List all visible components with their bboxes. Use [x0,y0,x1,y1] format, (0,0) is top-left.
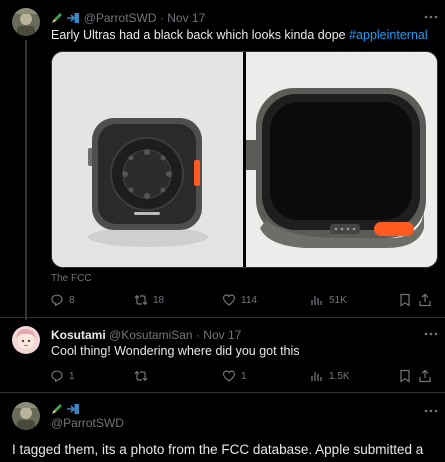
avatar[interactable] [12,402,40,430]
timestamp[interactable]: Nov 17 [167,11,205,25]
arrow-into-box-icon [66,12,80,27]
share-button[interactable] [418,292,432,308]
display-name[interactable]: Kosutami [51,328,106,342]
like-button[interactable]: 1 [222,368,247,384]
share-icon [418,369,432,383]
bookmark-button[interactable] [398,368,412,384]
more-options-icon[interactable] [424,327,438,346]
action-bar: 1 1 1.5K [50,368,431,384]
divider [0,317,445,318]
reply-button[interactable]: 1 [50,368,75,384]
view-count: 1.5K [329,370,350,382]
analytics-icon [310,293,324,307]
retweet-icon [134,293,148,307]
author-handle[interactable]: @KosutamiSan [109,328,193,342]
heart-icon [222,293,236,307]
action-bar: 8 18 114 51K [50,292,431,308]
author-handle[interactable]: @ParrotSWD [51,416,124,430]
reply-button[interactable]: 8 [50,292,75,308]
views-button[interactable]: 1.5K [310,368,350,384]
pencil-emoji-icon [51,12,63,27]
reply-count: 8 [69,294,75,306]
tweet-text: I tagged them, its a photo from the FCC … [12,442,424,457]
share-button[interactable] [418,368,432,384]
bookmark-icon [398,293,412,307]
bookmark-icon [398,369,412,383]
reply-count: 1 [69,370,75,382]
separator-dot: · [195,328,200,342]
analytics-icon [310,369,324,383]
like-button[interactable]: 114 [222,292,257,308]
avatar[interactable] [12,8,40,36]
tweet-header: Kosutami @KosutamiSan · Nov 17 [51,328,241,342]
timestamp[interactable]: Nov 17 [203,328,241,342]
views-button[interactable]: 51K [310,292,347,308]
media-caption: The FCC [51,273,92,284]
divider [0,392,445,393]
tweet-text: Early Ultras had a black back which look… [51,28,428,43]
thread-line [25,40,27,320]
photo-watch-back[interactable] [52,52,243,267]
media-grid[interactable] [51,51,438,268]
more-options-icon[interactable] [424,10,438,29]
view-count: 51K [329,294,347,306]
tweet-header: @ParrotSWD · Nov 17 [51,11,205,27]
retweet-icon [134,369,148,383]
like-count: 114 [241,294,257,306]
tweet-text-content: Early Ultras had a black back which look… [51,28,346,42]
separator-dot: · [159,11,164,25]
reply-icon [50,369,64,383]
hashtag-link[interactable]: #appleinternal [349,28,428,42]
bookmark-button[interactable] [398,292,412,308]
reply-icon [50,293,64,307]
author-handle[interactable]: @ParrotSWD [84,11,157,25]
more-options-icon[interactable] [424,404,438,423]
share-icon [418,293,432,307]
avatar[interactable] [12,326,40,354]
tweet-text: Cool thing! Wondering where did you got … [51,344,300,358]
heart-icon [222,369,236,383]
retweet-button[interactable] [134,368,153,384]
retweet-button[interactable]: 18 [134,292,164,308]
retweet-count: 18 [153,294,165,306]
like-count: 1 [241,370,247,382]
photo-watch-front[interactable] [246,52,437,267]
